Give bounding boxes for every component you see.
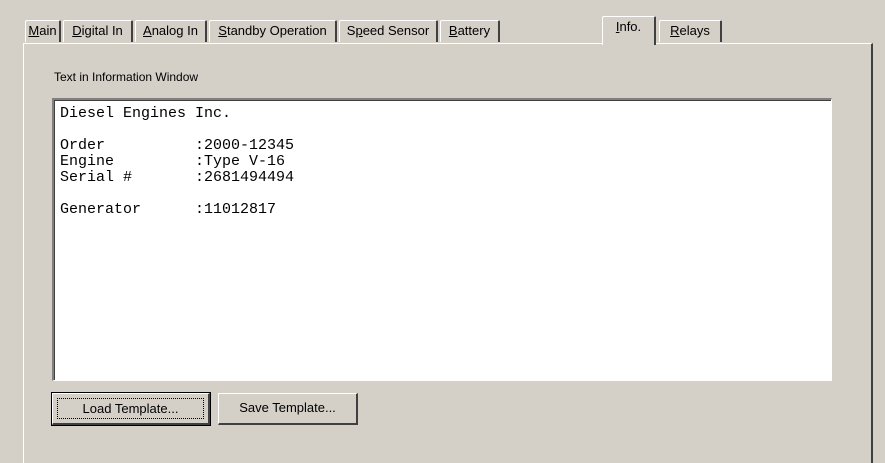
tab-label-part: elays <box>679 23 710 38</box>
information-text-area[interactable]: Diesel Engines Inc. Order :2000-12345 En… <box>52 98 832 381</box>
tab-label-part: eed Sensor <box>362 23 430 38</box>
tab-label-part: tandby Operation <box>226 23 327 38</box>
tab-label-part: M <box>28 23 40 38</box>
info-caption: Text in Information Window <box>54 70 199 84</box>
load-template-button[interactable]: Load Template... <box>51 392 211 426</box>
tab-label-part: A <box>143 23 152 38</box>
tab-label-part: R <box>670 23 680 38</box>
tab-label-part: p <box>355 23 363 38</box>
tab-label-part: nalog In <box>151 23 198 38</box>
tab-info[interactable]: Info. <box>602 16 656 45</box>
tab-label-part: nfo. <box>619 19 642 34</box>
save-template-label: Save Template... <box>239 400 336 415</box>
tab-relays[interactable]: Relays <box>659 20 722 42</box>
tab-analog-in[interactable]: Analog In <box>135 20 207 42</box>
tab-label-part: D <box>72 23 82 38</box>
tab-battery[interactable]: Battery <box>440 20 500 42</box>
tab-digital-in[interactable]: Digital In <box>63 20 133 42</box>
tab-label-part: attery <box>457 23 491 38</box>
tab-label-part: igital In <box>81 23 123 38</box>
tab-label-part: ain <box>39 23 57 38</box>
tab-label-part: B <box>448 23 458 38</box>
tab-speed-sensor[interactable]: Speed Sensor <box>339 20 438 42</box>
tab-standby-operation[interactable]: Standby Operation <box>209 20 337 42</box>
load-template-label: Load Template... <box>57 398 204 419</box>
tab-label-part: S <box>218 23 227 38</box>
save-template-button[interactable]: Save Template... <box>218 393 358 425</box>
tab-main[interactable]: Main <box>25 20 61 42</box>
